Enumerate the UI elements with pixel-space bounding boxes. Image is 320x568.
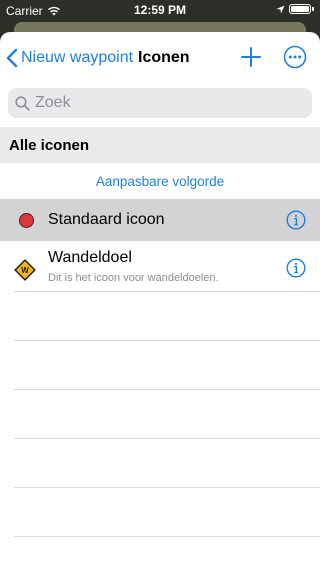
divider (14, 536, 320, 537)
icons-sheet: Nieuw waypoint Iconen Alle iconen Aanpas… (0, 32, 320, 568)
row-label: Standaard icoon (48, 211, 165, 228)
row-label: Wandeldoel (48, 249, 132, 266)
divider (14, 291, 320, 292)
svg-text:W: W (21, 266, 29, 275)
info-icon[interactable] (286, 258, 306, 278)
location-arrow-icon (276, 4, 285, 14)
row-subtitle: Dit is het icoon voor wandeldoelen. (48, 272, 219, 284)
section-header: Alle iconen (0, 127, 320, 163)
divider (14, 487, 320, 488)
divider (14, 438, 320, 439)
add-icon[interactable] (238, 44, 264, 70)
page-title: Iconen (138, 49, 190, 66)
status-bar: Carrier 12:59 PM (0, 0, 320, 20)
custom-order-link[interactable]: Aanpasbare volgorde (0, 163, 320, 199)
chevron-left-icon (6, 48, 18, 68)
info-icon[interactable] (286, 210, 306, 230)
back-button-label: Nieuw waypoint (21, 49, 134, 66)
back-button[interactable]: Nieuw waypoint (6, 48, 133, 68)
divider (14, 340, 320, 341)
status-right (276, 4, 314, 14)
more-options-icon[interactable] (283, 45, 307, 69)
search-input[interactable] (35, 94, 295, 112)
search-icon (15, 95, 30, 111)
icon-row-standard[interactable]: Standaard icoon (0, 199, 320, 241)
status-time: 12:59 PM (133, 3, 187, 17)
red-dot-icon (19, 213, 34, 228)
battery-icon (289, 4, 311, 14)
hiking-sign-icon: W (14, 259, 36, 281)
navigation-bar: Nieuw waypoint Iconen (0, 32, 320, 84)
divider (14, 389, 320, 390)
icon-row-hiking[interactable]: W Wandeldoel Dit is het icoon voor wande… (0, 241, 320, 291)
search-field[interactable] (8, 88, 312, 118)
